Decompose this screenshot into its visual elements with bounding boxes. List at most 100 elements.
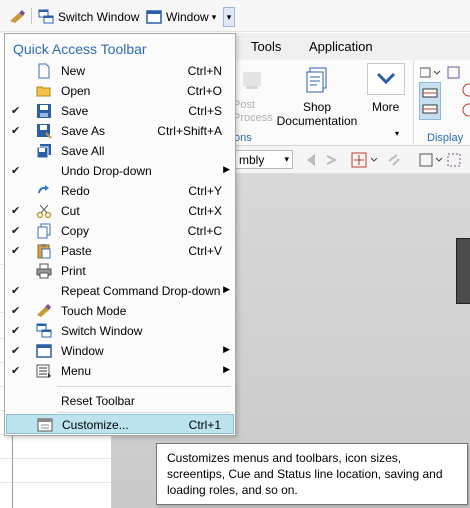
- menu-item-paste[interactable]: ✔ Paste Ctrl+V: [6, 241, 234, 261]
- section-view-icon: [422, 88, 438, 114]
- shop-documentation-button[interactable]: Shop Documentation: [276, 100, 358, 128]
- assembly-filter-select[interactable]: mbly ▾: [235, 150, 293, 169]
- display-group-label: Display: [427, 132, 464, 144]
- model-part[interactable]: [456, 238, 470, 304]
- menu-item-switch-window[interactable]: ✔ Switch Window: [6, 321, 234, 341]
- checkmark-icon: ✔: [11, 205, 21, 217]
- chevron-down-icon[interactable]: ▾: [395, 129, 399, 138]
- submenu-arrow-icon: ▶: [223, 284, 230, 294]
- menu-item-label: Open: [61, 84, 91, 98]
- touch-mode-icon[interactable]: [8, 7, 26, 27]
- ribbon: Post Process ons Shop Documentation More…: [233, 60, 470, 146]
- checkmark-icon: ✔: [11, 345, 21, 357]
- shop-documentation-icon: [304, 66, 330, 94]
- more-button[interactable]: More: [372, 100, 399, 114]
- cut-icon: [36, 203, 52, 219]
- save-as-icon: [36, 123, 52, 139]
- chevron-down-icon: ▾: [226, 11, 232, 22]
- menu-separator: [57, 386, 231, 387]
- customize-icon: [37, 417, 53, 433]
- customize-tooltip: Customizes menus and toolbars, icon size…: [156, 443, 468, 505]
- menu-item-shortcut: Ctrl+S: [188, 104, 222, 118]
- new-file-icon: [36, 63, 52, 79]
- post-process-button[interactable]: Post Process: [233, 99, 273, 125]
- menu-item-label: Window: [61, 344, 104, 358]
- menu-item-redo[interactable]: Redo Ctrl+Y: [6, 181, 234, 201]
- assembly-filter-value: mbly: [239, 153, 265, 167]
- panel-row: [0, 482, 111, 483]
- checkmark-icon: ✔: [11, 125, 21, 137]
- switch-window-button[interactable]: Switch Window: [38, 7, 139, 27]
- menu-item-undo-drop-down[interactable]: ✔ Undo Drop-down ▶: [6, 161, 234, 181]
- more-icon: [367, 63, 405, 95]
- menu-separator: [57, 412, 231, 413]
- switch-window-icon: [38, 9, 54, 24]
- customize-shortcut: Ctrl+1: [188, 418, 221, 432]
- save-all-icon: [36, 143, 52, 159]
- menu-item-open[interactable]: Open Ctrl+O: [6, 81, 234, 101]
- display-icons[interactable]: [461, 82, 470, 122]
- checkmark-icon: ✔: [11, 325, 21, 337]
- reset-toolbar-label: Reset Toolbar: [61, 394, 135, 408]
- submenu-arrow-icon: ▶: [223, 164, 230, 174]
- secondary-toolbar: mbly ▾: [235, 146, 470, 174]
- reset-toolbar-item[interactable]: Reset Toolbar: [6, 391, 234, 411]
- submenu-arrow-icon: ▶: [223, 364, 230, 374]
- menu-item-label: Save As: [61, 124, 106, 138]
- menu-item-label: Save: [61, 104, 89, 118]
- menu-item-shortcut: Ctrl+N: [187, 64, 222, 78]
- panel-row: [0, 458, 111, 459]
- menu-item-menu[interactable]: ✔ Menu ▶: [6, 361, 234, 381]
- separator: [31, 8, 32, 24]
- window-label: Window: [166, 10, 209, 24]
- separator: [413, 60, 414, 144]
- customize-item[interactable]: Customize... Ctrl+1: [6, 414, 234, 434]
- selection-filter-icon[interactable]: [419, 66, 460, 80]
- tab-application[interactable]: Application: [309, 39, 373, 54]
- menu-item-shortcut: Ctrl+O: [186, 84, 222, 98]
- menu-item-label: Copy: [61, 224, 90, 238]
- menu-item-shortcut: Ctrl+Shift+A: [157, 124, 222, 138]
- menu-item-repeat-command-drop-down[interactable]: ✔ Repeat Command Drop-down ▶: [6, 281, 234, 301]
- menu-item-shortcut: Ctrl+Y: [188, 184, 222, 198]
- menu-item-cut[interactable]: ✔ Cut Ctrl+X: [6, 201, 234, 221]
- checkmark-icon: ✔: [11, 365, 21, 377]
- display-mode-button[interactable]: [419, 82, 441, 120]
- window-icon: [36, 343, 52, 359]
- menu-bar: Tools Application: [235, 33, 470, 60]
- checkmark-icon: ✔: [11, 285, 21, 297]
- menu-item-copy[interactable]: ✔ Copy Ctrl+C: [6, 221, 234, 241]
- menu-item-shortcut: Ctrl+V: [188, 244, 222, 258]
- switch-window-label: Switch Window: [58, 10, 140, 24]
- save-icon: [36, 103, 52, 119]
- menu-item-print[interactable]: Print: [6, 261, 234, 281]
- snap-tools-icons[interactable]: [305, 151, 465, 169]
- menu-item-save[interactable]: ✔ Save Ctrl+S: [6, 101, 234, 121]
- menu-item-label: Undo Drop-down: [61, 164, 152, 178]
- post-process-icon: [240, 68, 264, 92]
- chevron-down-icon: ▾: [284, 154, 289, 164]
- window-button[interactable]: Window ▾: [146, 7, 216, 27]
- tab-tools[interactable]: Tools: [251, 39, 281, 54]
- menu-title: Quick Access Toolbar: [13, 41, 147, 57]
- menu-item-save-all[interactable]: Save All: [6, 141, 234, 161]
- menu-item-label: Print: [61, 264, 86, 278]
- menu-item-window[interactable]: ✔ Window ▶: [6, 341, 234, 361]
- menu-item-new[interactable]: New Ctrl+N: [6, 61, 234, 81]
- print-icon: [36, 263, 52, 279]
- operations-group-label: ons: [234, 132, 252, 144]
- switch-window-icon: [36, 323, 52, 339]
- menu-item-label: Touch Mode: [61, 304, 127, 318]
- menu-item-touch-mode[interactable]: ✔ Touch Mode: [6, 301, 234, 321]
- submenu-arrow-icon: ▶: [223, 344, 230, 354]
- paste-icon: [36, 243, 52, 259]
- copy-icon: [36, 223, 52, 239]
- menu-item-label: Paste: [61, 244, 92, 258]
- menu-item-label: Cut: [61, 204, 80, 218]
- menu-item-label: Redo: [61, 184, 90, 198]
- menu-item-label: Menu: [61, 364, 92, 378]
- checkmark-icon: ✔: [11, 165, 21, 177]
- open-folder-icon: [36, 83, 52, 99]
- menu-item-save-as[interactable]: ✔ Save As Ctrl+Shift+A: [6, 121, 234, 141]
- customize-qat-dropdown-button[interactable]: ▾: [223, 7, 235, 27]
